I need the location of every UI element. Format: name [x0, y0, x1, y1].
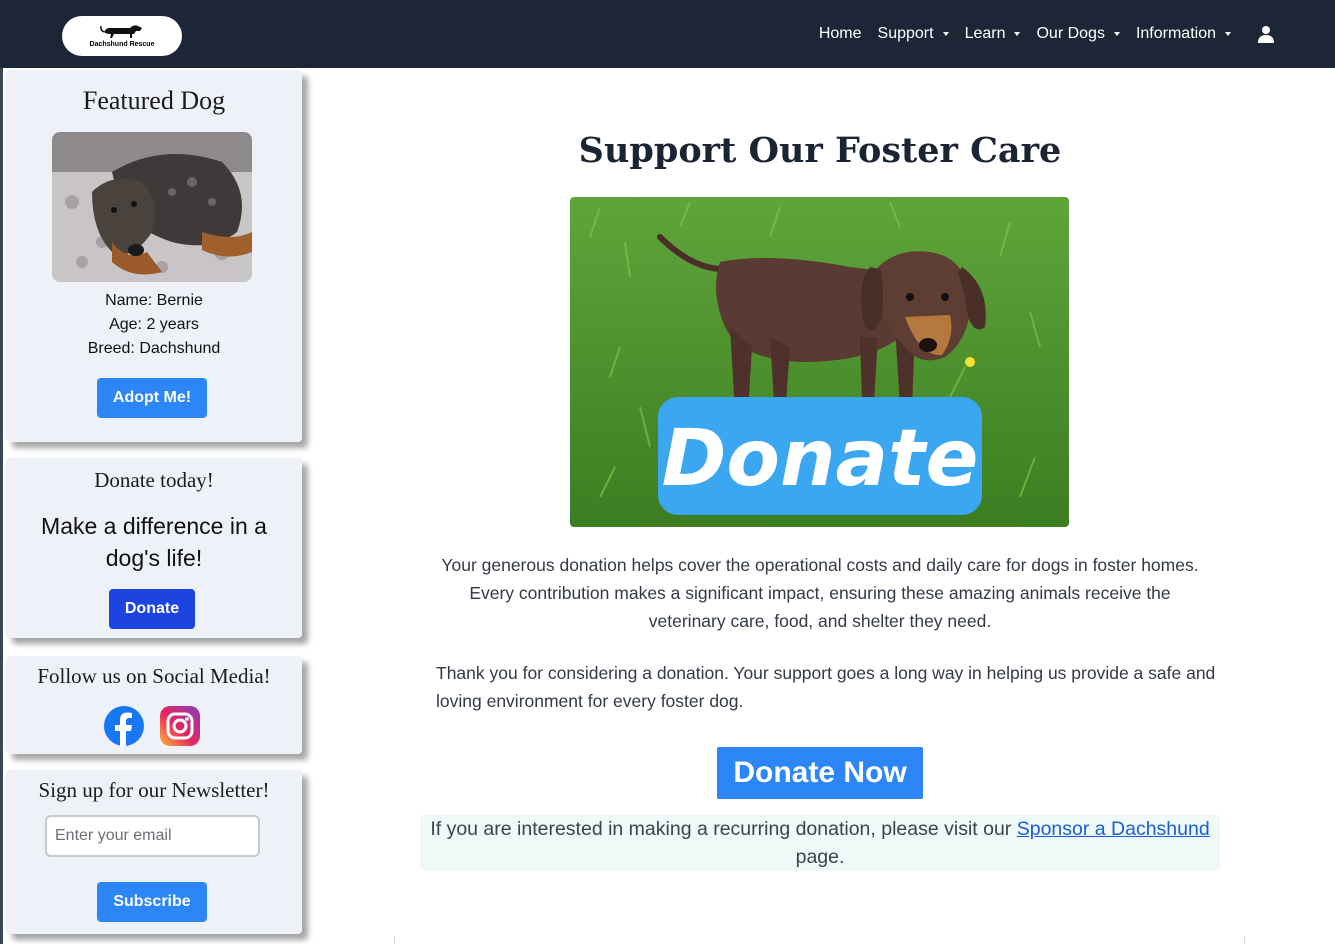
donate-now-button[interactable]: Donate Now: [717, 747, 923, 799]
hero-donate-text: Donate: [662, 414, 979, 504]
caret-down-icon: [942, 32, 949, 36]
nav-learn-label: Learn: [964, 25, 1006, 42]
nav-home-label: Home: [818, 25, 862, 42]
user-icon[interactable]: [1257, 25, 1275, 43]
thank-you-text: Thank you for considering a donation. Yo…: [436, 663, 1216, 711]
caret-down-icon: [1225, 32, 1231, 36]
donate-hero-image[interactable]: Donate: [570, 197, 1069, 527]
nav-our-dogs-label: Our Dogs: [1036, 25, 1105, 42]
instagram-icon[interactable]: [160, 706, 200, 746]
dachshund-logo-icon: [100, 25, 142, 38]
dog-breed: Breed: Dachshund: [87, 340, 221, 357]
nav-our-dogs[interactable]: Our Dogs: [1036, 25, 1120, 43]
divider: [1244, 936, 1245, 944]
dog-name: Name: Bernie: [105, 292, 203, 309]
subscribe-button[interactable]: Subscribe: [97, 882, 207, 922]
caret-down-icon: [1113, 32, 1120, 36]
donation-description: Your generous donation helps cover the o…: [441, 555, 1199, 631]
donate-today-title: Donate today!: [94, 468, 214, 492]
featured-dog-card: Featured Dog Name: Bernie Age: 2 years B…: [6, 70, 302, 442]
featured-dog-title: Featured Dog: [82, 86, 226, 115]
featured-dog-photo: [52, 132, 252, 282]
main-nav: Home Support Learn Our Dogs Information: [803, 0, 1275, 68]
navbar: Dachshund Rescue Home Support Learn Our …: [0, 0, 1335, 68]
caret-down-icon: [1014, 32, 1021, 36]
donate-today-card: Donate today! Make a difference in a dog…: [6, 458, 302, 638]
dog-age: Age: 2 years: [109, 316, 199, 333]
newsletter-card: Sign up for our Newsletter! Subscribe: [6, 770, 302, 934]
sidebar-donate-button[interactable]: Donate: [109, 589, 195, 629]
nav-learn[interactable]: Learn: [965, 25, 1021, 43]
recurring-prefix: If you are interested in making a recurr…: [430, 818, 1012, 840]
page-title: Support Our Foster Care: [578, 130, 1062, 171]
donate-tagline: Make a difference in a dog's life!: [41, 513, 267, 571]
nav-home[interactable]: Home: [819, 25, 862, 43]
nav-information[interactable]: Information: [1136, 25, 1231, 43]
nav-information-label: Information: [1135, 25, 1216, 42]
facebook-icon[interactable]: [104, 706, 144, 746]
site-logo[interactable]: Dachshund Rescue: [62, 16, 182, 56]
nav-support-label: Support: [877, 25, 934, 42]
sponsor-dachshund-link[interactable]: Sponsor a Dachshund: [1017, 818, 1210, 840]
divider: [394, 936, 395, 944]
newsletter-title: Sign up for our Newsletter!: [38, 778, 270, 802]
recurring-suffix: page.: [795, 846, 845, 868]
adopt-me-button[interactable]: Adopt Me!: [97, 378, 207, 418]
logo-text: Dachshund Rescue: [89, 41, 155, 48]
window-edge: [0, 0, 3, 944]
nav-support[interactable]: Support: [878, 25, 949, 43]
social-media-card: Follow us on Social Media!: [6, 656, 302, 754]
recurring-donation-notice: If you are interested in making a recurr…: [420, 815, 1220, 871]
social-media-title: Follow us on Social Media!: [37, 664, 271, 688]
email-input[interactable]: [45, 815, 260, 857]
